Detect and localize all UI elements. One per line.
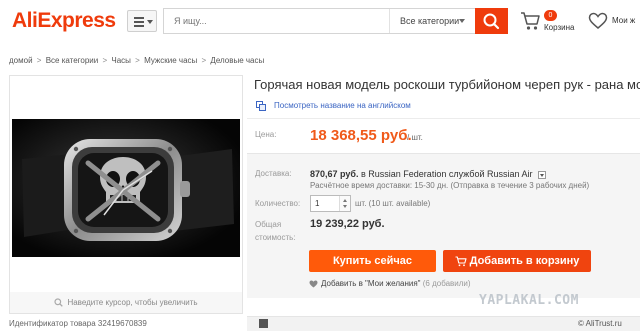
product-image[interactable] [12, 119, 240, 257]
cart-label: Корзина [544, 23, 575, 32]
search-input[interactable] [164, 9, 387, 33]
breadcrumb: домой > Все категории > Часы > Мужские ч… [9, 56, 264, 65]
translate-icon [256, 101, 266, 111]
shipping-label: Доставка: [255, 169, 292, 178]
watermark: YAPLAKAL.COM [479, 293, 579, 308]
total-label-line-1: Общая [255, 220, 282, 229]
search-button[interactable] [475, 8, 508, 34]
breadcrumb-item-business-watches[interactable]: Деловые часы [210, 56, 264, 65]
aliexpress-logo[interactable]: AliExpress [12, 9, 116, 33]
quantity-stepper[interactable] [339, 196, 350, 211]
search-category-label: Все категории [400, 16, 460, 26]
breadcrumb-item-home[interactable]: домой [9, 56, 33, 65]
translate-title-text: Посмотреть название на английском [274, 101, 411, 111]
product-price: 18 368,55 руб. [310, 127, 412, 144]
cart-link[interactable]: 0 Корзина [520, 8, 580, 36]
zoom-hint-text: Наведите курсор, чтобы увеличить [67, 298, 198, 307]
skull-watch-photo [12, 119, 240, 257]
chevron-down-icon [147, 20, 153, 24]
wishlist-count: (6 добавили) [422, 279, 471, 288]
add-to-wishlist-link[interactable]: Добавить в "Мои желания" (6 добавили) [309, 279, 471, 288]
heart-icon [309, 280, 318, 288]
item-id: Идентификатор товара 32419670839 [9, 319, 147, 328]
add-to-cart-button[interactable]: Добавить в корзину [443, 250, 591, 272]
search-category-select[interactable]: Все категории [389, 9, 475, 33]
breadcrumb-separator: > [102, 56, 108, 65]
chevron-down-icon [459, 19, 465, 23]
buy-now-button[interactable]: Купить сейчас [309, 250, 436, 272]
quantity-available: шт. (10 шт. available) [355, 199, 431, 208]
price-unit: / шт. [407, 133, 423, 142]
add-to-wishlist-label: Добавить в "Мои желания" [321, 279, 421, 288]
shipping-destination: в Russian Federation службой Russian Air [361, 169, 533, 179]
wishlist-label: Мои ж [612, 16, 636, 25]
zoom-hint: Наведите курсор, чтобы увеличить [10, 298, 242, 308]
product-title: Горячая новая модель роскоши турбийоном … [254, 77, 640, 92]
breadcrumb-separator: > [135, 56, 140, 65]
magnifier-icon [54, 298, 64, 308]
tab-icon [259, 319, 268, 328]
cart-icon [521, 12, 540, 30]
cart-icon [455, 256, 467, 266]
header: AliExpress Все категории 0 Корзина [0, 0, 640, 44]
total-label-line-2: стоимость: [255, 233, 296, 242]
breadcrumb-separator: > [36, 56, 42, 65]
shipping-method-dropdown[interactable] [538, 170, 547, 179]
categories-menu-button[interactable] [127, 10, 157, 32]
price-label: Цена: [255, 130, 277, 139]
shipping-note: Расчётное время доставки: 15-30 дн. (Отп… [310, 181, 590, 190]
breadcrumb-item-all-categories[interactable]: Все категории [46, 56, 99, 65]
heart-icon [588, 12, 608, 29]
shipping-info: 870,67 руб. в Russian Federation службой… [310, 169, 547, 179]
search-icon [483, 13, 500, 30]
menu-icon [134, 17, 144, 29]
purchase-panel: Доставка: 870,67 руб. в Russian Federati… [247, 153, 640, 298]
total-price: 19 239,22 руб. [310, 218, 385, 230]
wishlist-link[interactable]: Мои ж [588, 8, 640, 36]
breadcrumb-separator: > [201, 56, 207, 65]
translate-title-link[interactable]: Посмотреть название на английском [256, 101, 411, 111]
search-bar: Все категории [163, 8, 508, 34]
divider [247, 118, 640, 119]
breadcrumb-item-watches[interactable]: Часы [111, 56, 131, 65]
credit: © AliTrust.ru [578, 319, 622, 328]
shipping-price: 870,67 руб. [310, 169, 359, 179]
breadcrumb-item-mens-watches[interactable]: Мужские часы [144, 56, 197, 65]
product-gallery: Наведите курсор, чтобы увеличить [9, 75, 243, 314]
cart-count-badge: 0 [544, 10, 557, 21]
add-to-cart-label: Добавить в корзину [469, 255, 580, 267]
quantity-label: Количество: [255, 199, 301, 208]
